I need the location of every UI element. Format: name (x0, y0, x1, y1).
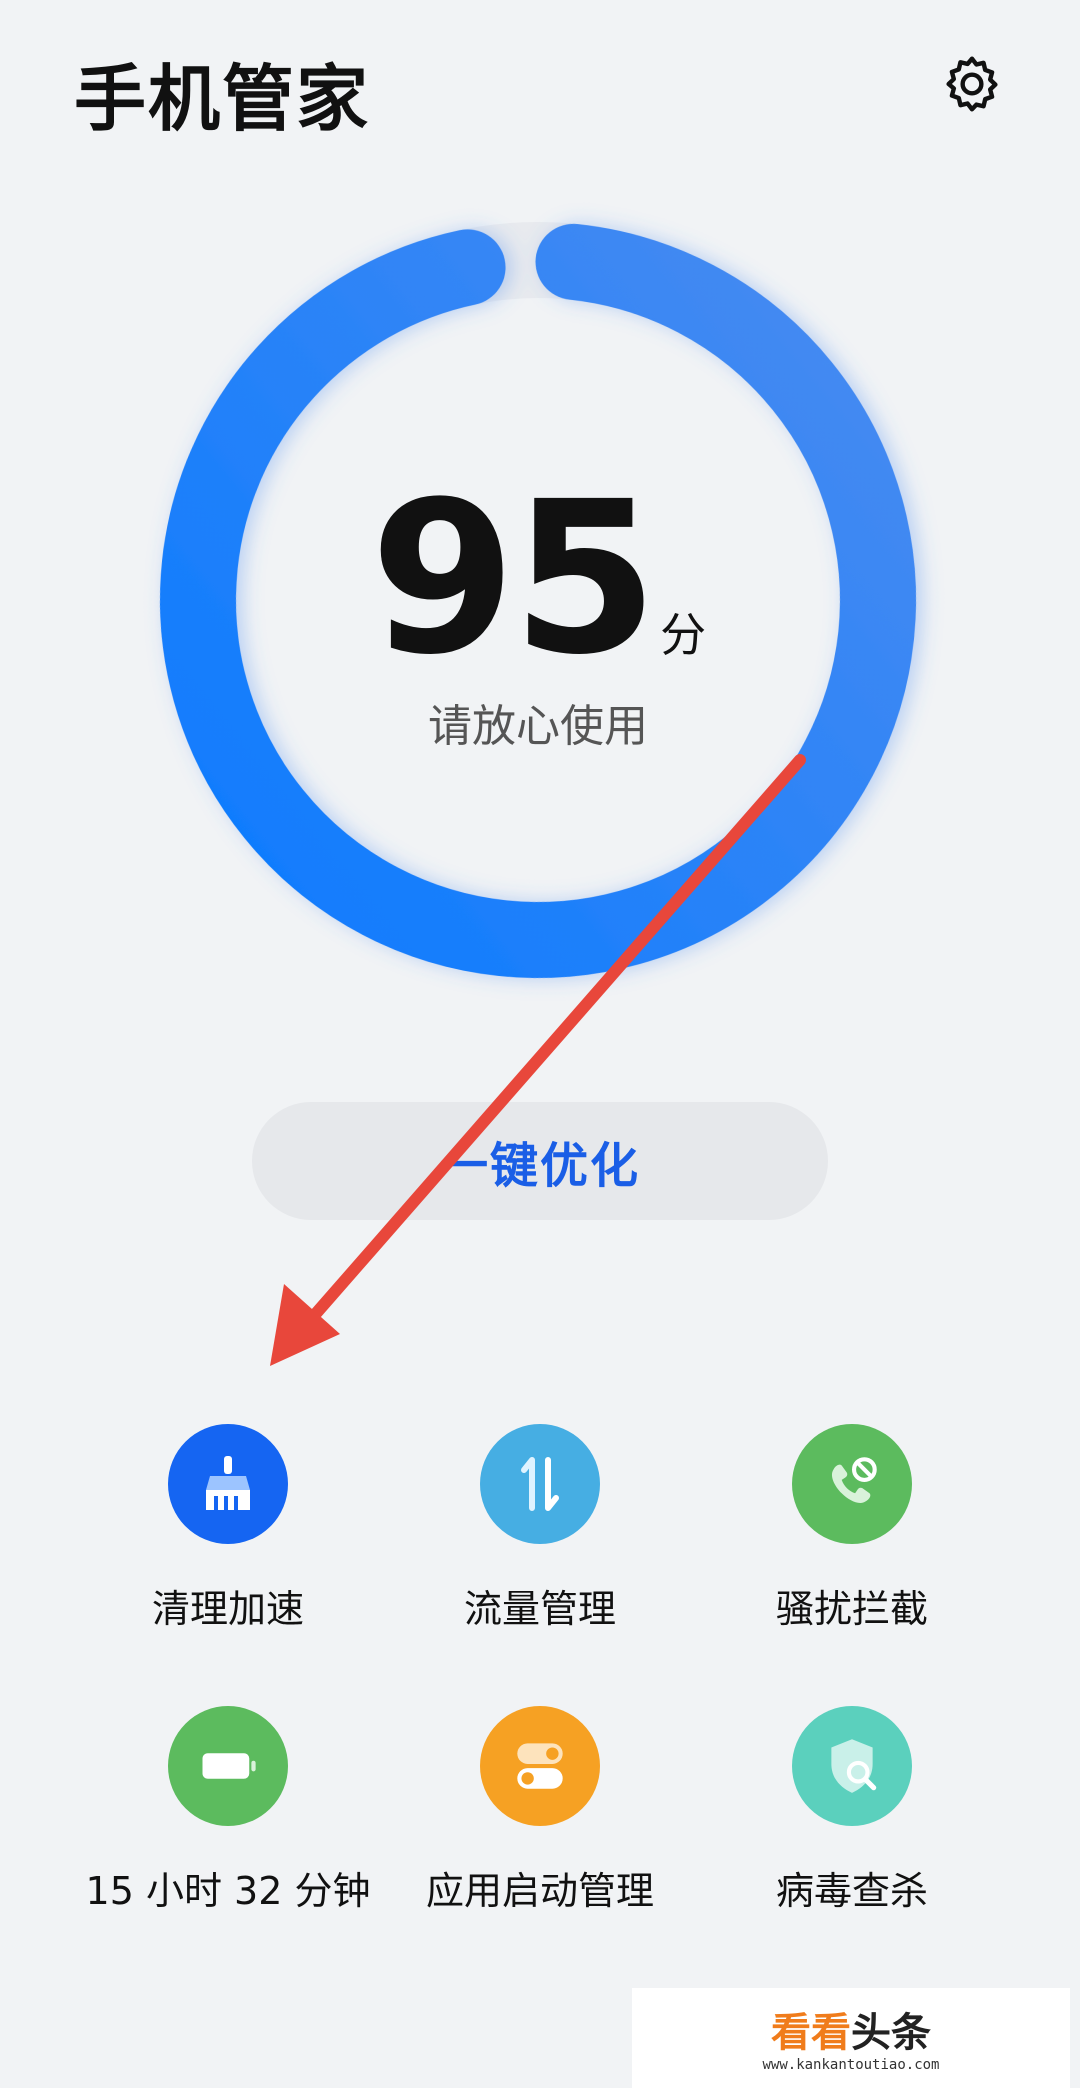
feature-data-management[interactable]: 流量管理 (360, 1420, 720, 1660)
watermark-brand-orange: 看看 (771, 2010, 851, 2056)
watermark-brand-dark: 头条 (851, 2010, 931, 2056)
phone-block-icon (792, 1424, 912, 1544)
watermark-url: www.kankantoutiao.com (762, 2057, 940, 2073)
score-status: 请放心使用 (428, 701, 648, 752)
feature-label: 病毒查杀 (775, 1869, 928, 1913)
score-unit: 分 (660, 608, 707, 662)
broom-icon (168, 1424, 288, 1544)
page-title: 手机管家 (74, 57, 371, 141)
gear-icon (946, 56, 998, 112)
app-launch-toggle-icon (480, 1706, 600, 1826)
score-display: 95 分 (118, 474, 958, 694)
feature-label: 骚扰拦截 (775, 1587, 928, 1631)
feature-label: 清理加速 (151, 1587, 304, 1631)
feature-label: 应用启动管理 (425, 1869, 654, 1913)
score-gauge: 95 分 请放心使用 (118, 180, 958, 1020)
data-transfer-icon (480, 1424, 600, 1544)
score-value: 95 (369, 456, 658, 701)
feature-harassment-block[interactable]: 骚扰拦截 (672, 1420, 1032, 1660)
virus-scan-shield-icon (792, 1706, 912, 1826)
feature-app-launch-management[interactable]: 应用启动管理 (360, 1702, 720, 1942)
watermark: 看看头条 www.kankantoutiao.com (632, 1988, 1070, 2088)
feature-clean-speedup[interactable]: 清理加速 (48, 1420, 408, 1660)
feature-virus-scan[interactable]: 病毒查杀 (672, 1702, 1032, 1942)
feature-battery[interactable]: 15 小时 32 分钟 (48, 1702, 408, 1942)
feature-label: 15 小时 32 分钟 (85, 1869, 371, 1913)
watermark-brand: 看看头条 (771, 2011, 931, 2055)
optimize-button[interactable]: 一键优化 (252, 1102, 828, 1220)
battery-icon (168, 1706, 288, 1826)
feature-label: 流量管理 (463, 1587, 616, 1631)
settings-button[interactable] (932, 44, 1012, 124)
